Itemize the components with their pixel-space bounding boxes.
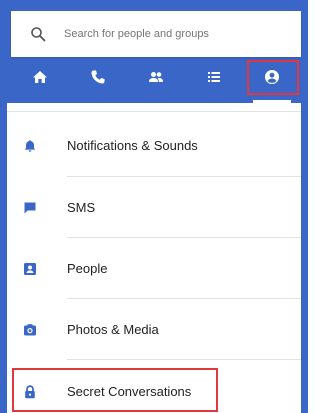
search-input[interactable] [64,28,284,40]
chat-bubble-icon [24,202,36,213]
bell-icon [24,139,36,152]
settings-item-label: SMS [67,200,96,215]
list-icon [208,72,220,82]
header-bar [0,0,308,103]
person-card-icon [24,262,36,275]
frame-left-edge [0,103,7,413]
profile-tab[interactable] [243,57,301,103]
calls-tab[interactable] [69,57,127,97]
search-icon [31,27,46,42]
settings-item-label: Notifications & Sounds [67,138,198,153]
lock-icon [25,384,35,398]
settings-item-people[interactable]: People [7,238,301,299]
home-tab[interactable] [11,57,69,97]
phone-icon [91,70,105,84]
settings-item-notifications[interactable]: Notifications & Sounds [7,115,301,176]
search-bar[interactable] [11,11,301,57]
tab-highlight-box [247,60,299,95]
camera-icon [24,323,36,335]
settings-list: Notifications & Sounds SMS People Photos… [7,103,301,413]
tab-bar [11,57,301,103]
settings-item-photos-media[interactable]: Photos & Media [7,299,301,360]
list-tab[interactable] [185,57,243,97]
people-tab[interactable] [127,57,185,97]
settings-item-label: Secret Conversations [67,384,192,399]
settings-item-sms[interactable]: SMS [7,177,301,238]
settings-item-label: People [67,261,108,276]
home-icon [33,71,47,83]
frame-right-edge [301,103,308,413]
people-icon [149,72,163,82]
divider [67,359,301,360]
settings-item-label: Photos & Media [67,322,159,337]
settings-item-secret-conversations[interactable]: Secret Conversations [7,361,301,413]
divider [7,111,301,112]
